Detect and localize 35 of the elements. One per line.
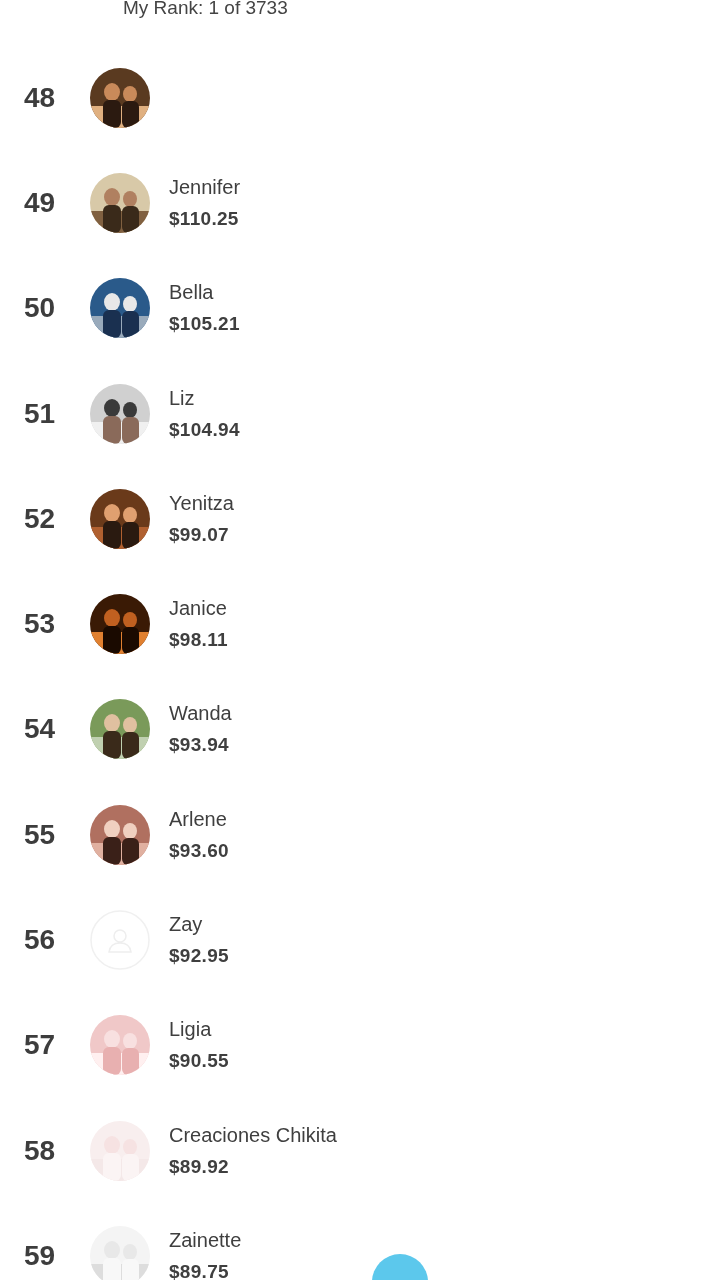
- sales-amount: $93.60: [169, 839, 229, 862]
- rank-number: 55: [23, 818, 57, 851]
- rank-number: 51: [23, 397, 57, 430]
- rank-number: 56: [23, 924, 57, 956]
- user-name: Bella: [169, 281, 215, 305]
- rank-number: 58: [23, 1134, 57, 1167]
- sales-amount: $98.11: [169, 629, 228, 652]
- rank-number: 53: [23, 608, 57, 641]
- sales-amount: $93.94: [169, 734, 230, 757]
- user-name: Zainette: [169, 1228, 242, 1252]
- user-name: Janice: [169, 597, 228, 621]
- user-name: Yenitza: [169, 491, 234, 515]
- user-name: Arlene: [169, 807, 228, 831]
- sales-amount: $89.92: [169, 1155, 230, 1178]
- rank-number: 57: [23, 1029, 57, 1062]
- user-name: Ligia: [169, 1018, 213, 1042]
- rank-number: 59: [23, 1239, 57, 1272]
- rank-number: 52: [23, 502, 57, 535]
- user-name: Liz: [169, 386, 196, 410]
- sales-amount: $89.75: [169, 1260, 230, 1280]
- sales-amount: $104.94: [169, 418, 240, 441]
- user-name: Jennifer: [169, 175, 241, 199]
- user-name: Wanda: [169, 702, 232, 726]
- my-rank-text: My Rank: 1 of 3733: [123, 0, 288, 19]
- sales-amount: $92.95: [169, 945, 229, 967]
- sales-amount: $110.25: [169, 207, 240, 230]
- sales-amount: $99.07: [169, 523, 230, 546]
- rank-number: 48: [23, 81, 57, 114]
- rank-number: 54: [23, 713, 57, 746]
- rank-number: 49: [23, 186, 57, 219]
- user-name: Creaciones Chikita: [169, 1123, 337, 1147]
- rank-number: 50: [23, 292, 57, 325]
- user-name: Zay: [169, 913, 204, 936]
- sales-amount: $90.55: [169, 1050, 229, 1073]
- sales-amount: $105.21: [169, 313, 240, 336]
